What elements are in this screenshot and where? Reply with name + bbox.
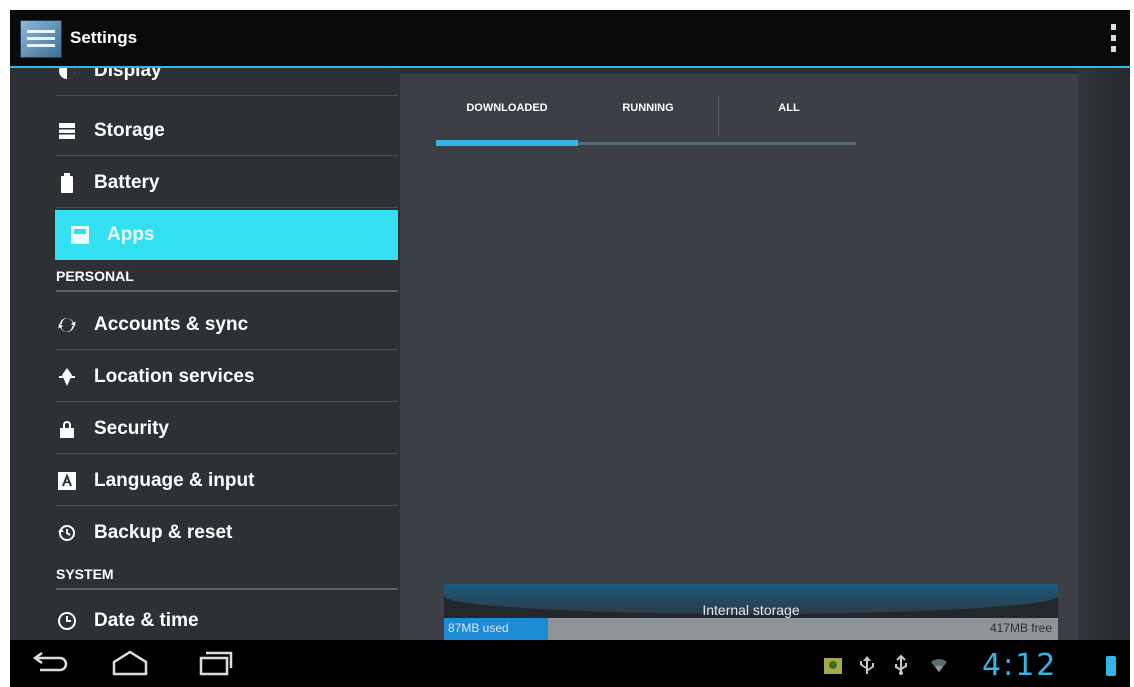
display-icon	[56, 68, 78, 82]
storage-icon	[56, 120, 78, 142]
app-title: Settings	[70, 28, 138, 47]
settings-item-label: Battery	[94, 172, 160, 193]
action-bar: Settings	[10, 10, 1130, 68]
settings-item-display[interactable]: Display	[10, 68, 398, 96]
internal-storage-meter: Internal storage 87MB used 417MB free	[444, 584, 1058, 640]
selected-tab-indicator	[436, 140, 578, 146]
settings-item-label: Display	[94, 68, 162, 81]
tab-all[interactable]: ALL	[719, 88, 859, 128]
settings-item-storage[interactable]: Storage	[10, 106, 398, 156]
storage-used-text: 87MB used	[448, 621, 509, 635]
system-bar: 4:12	[10, 640, 1130, 687]
lock-icon	[56, 418, 78, 440]
settings-item-label: Accounts & sync	[94, 314, 249, 335]
back-button[interactable]	[30, 648, 70, 678]
clock-icon	[56, 610, 78, 632]
tab-running[interactable]: RUNNING	[578, 88, 718, 128]
android-notification-icon[interactable]	[822, 654, 842, 676]
apps-tabs: DOWNLOADED RUNNING ALL	[436, 88, 866, 146]
storage-label: Internal storage	[702, 602, 800, 618]
settings-item-label: Storage	[94, 120, 165, 141]
storage-free-text: 417MB free	[989, 621, 1052, 635]
settings-item-label: Apps	[107, 224, 155, 245]
settings-item-label: Security	[94, 418, 169, 439]
settings-item-language-input[interactable]: Language & input	[10, 456, 398, 506]
settings-item-accounts-sync[interactable]: Accounts & sync	[10, 300, 398, 350]
settings-item-battery[interactable]: Battery	[10, 158, 398, 208]
apps-icon	[69, 224, 91, 246]
settings-item-date-time[interactable]: Date & time	[10, 596, 398, 640]
usb-icon[interactable]	[890, 654, 910, 676]
settings-item-backup-reset[interactable]: Backup & reset	[10, 508, 398, 558]
settings-item-apps[interactable]: Apps	[55, 210, 398, 260]
settings-item-label: Date & time	[94, 610, 199, 631]
overflow-menu-icon[interactable]	[1106, 24, 1120, 52]
home-button[interactable]	[110, 648, 150, 678]
usb-debugging-icon[interactable]	[856, 654, 876, 676]
settings-item-security[interactable]: Security	[10, 404, 398, 454]
backup-icon	[56, 522, 78, 544]
right-edge-shadow	[1078, 68, 1130, 640]
section-header-personal: PERSONAL	[56, 262, 398, 292]
settings-item-label: Backup & reset	[94, 522, 233, 543]
wifi-icon	[928, 654, 948, 676]
tab-downloaded[interactable]: DOWNLOADED	[436, 88, 578, 128]
battery-status-icon	[1106, 656, 1116, 676]
settings-item-label: Language & input	[94, 470, 255, 491]
settings-list[interactable]: Display Storage Battery Apps PERSONAL Ac…	[10, 68, 398, 640]
status-clock: 4:12	[982, 648, 1058, 683]
settings-item-label: Location services	[94, 366, 255, 387]
settings-app-icon[interactable]	[20, 20, 62, 58]
location-icon	[56, 366, 78, 388]
settings-item-location-services[interactable]: Location services	[10, 352, 398, 402]
tablet-screen: Settings Display Storage Battery Apps PE…	[10, 10, 1130, 687]
sync-icon	[56, 314, 78, 336]
apps-pane: DOWNLOADED RUNNING ALL Internal storage …	[400, 74, 1078, 640]
storage-bar: 87MB used 417MB free	[444, 618, 1058, 640]
battery-icon	[56, 172, 78, 194]
language-icon	[56, 470, 78, 492]
recent-apps-button[interactable]	[195, 648, 235, 678]
section-header-system: SYSTEM	[56, 560, 398, 590]
